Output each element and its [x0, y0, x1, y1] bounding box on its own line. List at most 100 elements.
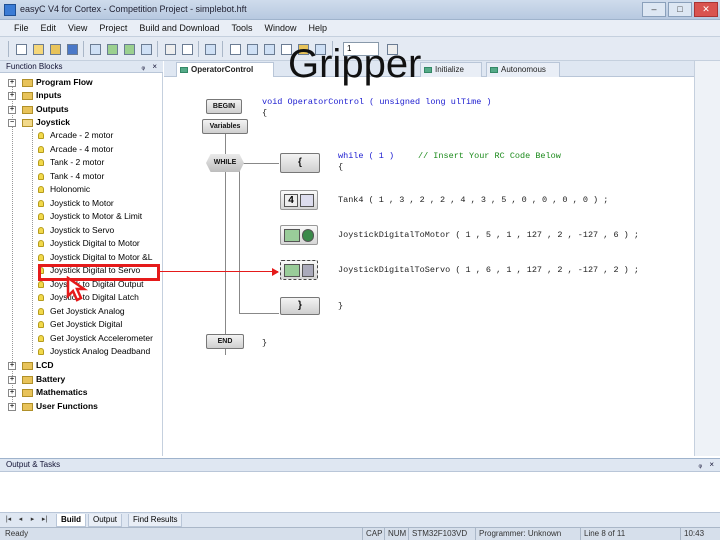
status-cap: CAP	[362, 528, 385, 540]
app-icon	[4, 4, 16, 16]
expand-icon[interactable]: +	[8, 376, 16, 384]
while-close-brace: }	[338, 301, 344, 311]
toolbar-tool-2[interactable]	[104, 41, 120, 57]
menu-help[interactable]: Help	[303, 20, 334, 36]
expand-icon[interactable]: +	[8, 389, 16, 397]
toolbar-tool-7[interactable]	[244, 41, 260, 57]
toolbar-tool-5[interactable]	[202, 41, 218, 57]
variables-block[interactable]: Variables	[202, 119, 248, 134]
status-line: Line 8 of 11	[580, 528, 628, 540]
first-tab-icon[interactable]: |◂	[4, 515, 13, 525]
lightbulb-icon	[38, 335, 44, 342]
while-block[interactable]: WHILE	[206, 154, 244, 172]
expand-icon[interactable]: +	[8, 79, 16, 87]
code-area[interactable]: BEGIN Variables WHILE { 4 } END void Ope…	[164, 77, 694, 456]
highlight-box	[38, 264, 160, 281]
flowchart-icon	[180, 67, 188, 73]
output-title: Output & Tasks	[6, 460, 61, 469]
lightbulb-icon	[38, 321, 44, 328]
pin-icon[interactable]: ᵩ	[698, 459, 702, 471]
toolbar-tool-6[interactable]	[227, 41, 243, 57]
menu-view[interactable]: View	[62, 20, 93, 36]
lightbulb-icon	[38, 200, 44, 207]
expand-icon[interactable]: +	[8, 106, 16, 114]
gripper-caption: Gripper	[288, 42, 422, 86]
toolbar-tool-8[interactable]	[261, 41, 277, 57]
tab-autonomous[interactable]: Autonomous	[486, 62, 560, 77]
function-close-brace: }	[262, 338, 268, 348]
tab-operator-control[interactable]: OperatorControl	[176, 62, 274, 77]
lightbulb-icon	[38, 240, 44, 247]
toolbar-separator	[222, 41, 223, 57]
expand-icon[interactable]: +	[8, 92, 16, 100]
previous-tab-icon[interactable]: ◂	[16, 515, 25, 525]
begin-block[interactable]: BEGIN	[206, 99, 242, 114]
save-button[interactable]	[64, 41, 80, 57]
toolbar-separator	[198, 41, 199, 57]
status-num: NUM	[384, 528, 409, 540]
open-brace-block[interactable]: {	[280, 153, 320, 173]
pin-icon[interactable]: ᵩ	[141, 61, 145, 73]
new-project-button[interactable]	[30, 41, 46, 57]
cut-icon[interactable]	[162, 41, 178, 57]
menu-tools[interactable]: Tools	[225, 20, 258, 36]
motor-call: JoystickDigitalToMotor ( 1 , 5 , 1 , 127…	[338, 230, 639, 240]
toolbar-tool-4[interactable]	[138, 41, 154, 57]
lightbulb-icon	[38, 254, 44, 261]
lightbulb-icon	[38, 173, 44, 180]
maximize-button[interactable]: □	[668, 2, 692, 17]
close-icon[interactable]: ×	[152, 61, 157, 73]
bottom-tabs: |◂ ◂ ▸ ▸| Build Output Find Results	[0, 512, 720, 527]
folder-icon	[22, 92, 33, 100]
joystick-icon	[300, 194, 314, 207]
joystick-icon	[284, 264, 300, 277]
output-header: Output & Tasks ᵩ ×	[0, 459, 720, 472]
menu-project[interactable]: Project	[93, 20, 133, 36]
menu-file[interactable]: File	[8, 20, 35, 36]
joystick-digital-to-motor-block[interactable]	[280, 225, 318, 245]
folder-icon	[22, 106, 33, 114]
folder-icon	[22, 403, 33, 411]
last-tab-icon[interactable]: ▸|	[40, 515, 49, 525]
collapse-icon[interactable]: −	[8, 119, 16, 127]
toolbar-tool-3[interactable]	[121, 41, 137, 57]
lightbulb-icon	[38, 146, 44, 153]
expand-icon[interactable]: +	[8, 362, 16, 370]
next-tab-icon[interactable]: ▸	[28, 515, 37, 525]
minimize-button[interactable]: –	[642, 2, 666, 17]
toolbar-separator	[157, 41, 158, 57]
function-open-brace: {	[262, 108, 268, 118]
close-brace-block[interactable]: }	[280, 297, 320, 315]
copy-icon[interactable]	[179, 41, 195, 57]
end-block[interactable]: END	[206, 334, 244, 349]
mouse-pointer-icon	[66, 276, 89, 302]
tank4-block[interactable]: 4	[280, 190, 318, 210]
annotation-arrow	[160, 271, 278, 272]
while-statement: while ( 1 )	[338, 151, 395, 161]
open-button[interactable]	[47, 41, 63, 57]
toolbar-tool-1[interactable]	[87, 41, 103, 57]
menu-edit[interactable]: Edit	[35, 20, 63, 36]
expand-icon[interactable]: +	[8, 403, 16, 411]
new-file-button[interactable]	[13, 41, 29, 57]
folder-icon	[22, 376, 33, 384]
tab-output[interactable]: Output	[88, 514, 123, 527]
motor-icon	[302, 229, 314, 242]
status-bar: Ready CAP NUM STM32F103VD Programmer: Un…	[0, 527, 720, 540]
menu-build-and-download[interactable]: Build and Download	[133, 20, 225, 36]
tab-initialize[interactable]: Initialize	[420, 62, 482, 77]
close-icon[interactable]: ×	[709, 459, 714, 471]
tank4-number: 4	[284, 194, 298, 207]
close-button[interactable]: ✕	[694, 2, 718, 17]
lightbulb-icon	[38, 132, 44, 139]
while-open-brace: {	[338, 162, 344, 172]
status-ready: Ready	[5, 529, 29, 538]
joystick-digital-to-servo-block[interactable]	[280, 260, 318, 280]
tab-find-results[interactable]: Find Results	[128, 514, 183, 527]
tab-build[interactable]: Build	[56, 514, 86, 527]
flow-connector	[239, 313, 279, 314]
lightbulb-icon	[38, 213, 44, 220]
menu-window[interactable]: Window	[258, 20, 302, 36]
annotation-arrow-head	[272, 268, 279, 276]
folder-icon	[22, 79, 33, 87]
